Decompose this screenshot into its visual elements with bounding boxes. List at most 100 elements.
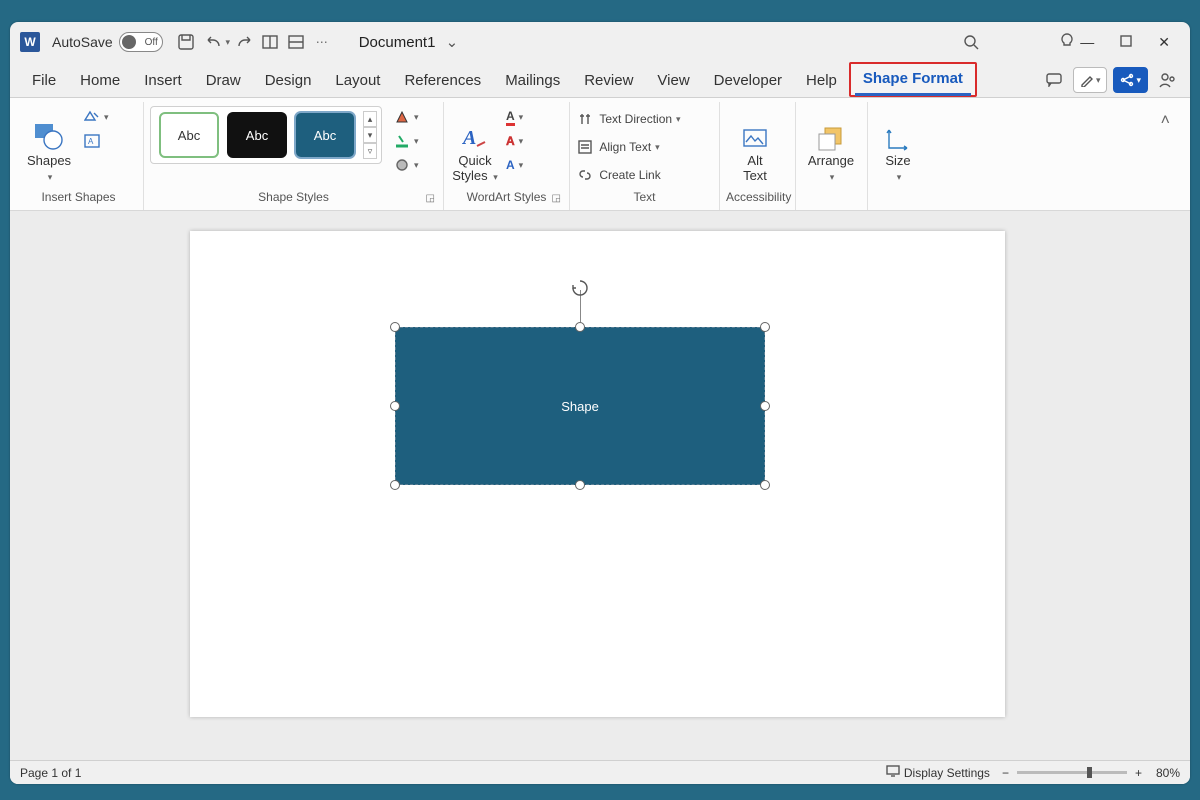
resize-handle-br[interactable] [760,480,770,490]
save-icon[interactable] [173,29,199,55]
edit-shape-button[interactable]: ▾ [82,106,111,128]
resize-handle-l[interactable] [390,401,400,411]
undo-button[interactable]: ▾ [205,29,231,55]
zoom-out-button[interactable]: − [1002,766,1009,780]
style-swatch-1[interactable]: Abc [159,112,219,158]
tab-help[interactable]: Help [794,66,849,97]
alt-text-button[interactable]: AltText [726,106,784,184]
resize-handle-r[interactable] [760,401,770,411]
text-box-button[interactable]: A [82,130,111,152]
rotate-handle-icon[interactable] [570,278,590,301]
maximize-button[interactable] [1120,34,1132,50]
titlebar: AutoSave Off ▾ ⋯ Document1 ⌄ — ✕ [10,22,1190,62]
account-icon[interactable] [1154,67,1180,93]
tab-insert[interactable]: Insert [132,66,194,97]
arrange-button[interactable]: Arrange▾ [802,106,860,184]
zoom-slider[interactable] [1017,771,1127,774]
group-label-accessibility: Accessibility [726,186,789,208]
shape-outline-button[interactable]: ▾ [392,130,421,152]
svg-text:A: A [461,127,476,149]
tab-file[interactable]: File [20,66,68,97]
qat-overflow[interactable]: ⋯ [309,29,335,55]
group-shape-styles: Abc Abc Abc ▴▾▿ ▾ ▾ ▾ Shape Styles◲ [144,102,444,210]
zoom-level[interactable]: 80% [1156,766,1180,780]
text-direction-button[interactable]: Text Direction▾ [576,108,683,130]
shapes-button[interactable]: Shapes▾ [20,106,78,184]
tab-shape-format[interactable]: Shape Format [849,62,977,97]
document-workarea[interactable]: Shape [10,211,1190,760]
tab-mailings[interactable]: Mailings [493,66,572,97]
svg-text:A: A [88,137,94,146]
ribbon-tabs: File Home Insert Draw Design Layout Refe… [10,62,1190,98]
group-label-shape-styles: Shape Styles◲ [150,186,437,208]
shapes-label: Shapes [27,153,71,168]
resize-handle-t[interactable] [575,322,585,332]
group-label-arrange [802,186,861,208]
document-title[interactable]: Document1 ⌄ [359,33,458,51]
collapse-ribbon-icon[interactable]: ˄ [1145,102,1186,210]
status-bar: Page 1 of 1 Display Settings − + 80% [10,760,1190,784]
word-app-icon [20,32,40,52]
zoom-thumb[interactable] [1087,767,1092,778]
display-settings-button[interactable]: Display Settings [904,766,990,780]
tab-references[interactable]: References [392,66,493,97]
tab-view[interactable]: View [645,66,701,97]
autosave-toggle[interactable]: Off [119,32,163,52]
resize-handle-b[interactable] [575,480,585,490]
style-swatch-2[interactable]: Abc [227,112,287,158]
gallery-scroll[interactable]: ▴▾▿ [363,111,377,159]
comments-icon[interactable] [1041,67,1067,93]
group-insert-shapes: Shapes▾ ▾ A Insert Shapes [14,102,144,210]
resize-handle-tr[interactable] [760,322,770,332]
search-icon[interactable] [958,29,984,55]
resize-handle-bl[interactable] [390,480,400,490]
quick-styles-label: Quick Styles [452,153,491,183]
share-button[interactable]: ▾ [1113,67,1148,93]
group-label-size [874,186,922,208]
editing-mode-button[interactable]: ▾ [1073,67,1108,93]
text-effects-button[interactable]: A▾ [504,154,525,176]
create-link-button[interactable]: Create Link [576,164,683,186]
page-indicator[interactable]: Page 1 of 1 [20,766,81,780]
tab-draw[interactable]: Draw [194,66,253,97]
align-text-button[interactable]: Align Text▾ [576,136,683,158]
selected-shape[interactable]: Shape [395,327,765,485]
style-swatch-3[interactable]: Abc [295,112,355,158]
page[interactable]: Shape [190,231,1005,717]
shape-style-gallery[interactable]: Abc Abc Abc ▴▾▿ [150,106,382,164]
toggle-state: Off [145,37,158,48]
group-text: Text Direction▾ Align Text▾ Create Link … [570,102,720,210]
display-settings-icon[interactable] [886,765,900,780]
group-label-wordart: WordArt Styles◲ [450,186,563,208]
doc-title-text: Document1 [359,34,436,51]
size-button[interactable]: Size▾ [874,106,922,184]
group-wordart: A Quick Styles ▾ A▾ A▾ A▾ WordArt Styles… [444,102,570,210]
shape-effects-button[interactable]: ▾ [392,154,421,176]
zoom-in-button[interactable]: + [1135,766,1142,780]
text-fill-button[interactable]: A▾ [504,106,525,128]
tab-developer[interactable]: Developer [702,66,794,97]
shape-fill-button[interactable]: ▾ [392,106,421,128]
tab-review[interactable]: Review [572,66,645,97]
tab-layout[interactable]: Layout [323,66,392,97]
minimize-button[interactable]: — [1080,34,1094,50]
tab-home[interactable]: Home [68,66,132,97]
group-arrange: Arrange▾ [796,102,868,210]
resize-handle-tl[interactable] [390,322,400,332]
dialog-launcher-icon[interactable]: ◲ [426,193,435,204]
group-size: Size▾ [868,102,928,210]
shape-text[interactable]: Shape [561,399,599,414]
tab-design[interactable]: Design [253,66,324,97]
autosave-label: AutoSave [52,34,113,50]
ribbon: Shapes▾ ▾ A Insert Shapes Abc Abc Abc ▴▾… [10,98,1190,211]
redo-button[interactable] [231,29,257,55]
lightbulb-icon[interactable] [1054,29,1080,55]
close-button[interactable]: ✕ [1158,34,1170,51]
text-outline-button[interactable]: A▾ [504,130,525,152]
qat-icon-1[interactable] [257,29,283,55]
quick-styles-button[interactable]: A Quick Styles ▾ [450,106,500,184]
qat-icon-2[interactable] [283,29,309,55]
chevron-down-icon: ⌄ [446,34,459,51]
dialog-launcher-icon[interactable]: ◲ [552,193,561,204]
group-label-insert-shapes: Insert Shapes [20,186,137,208]
